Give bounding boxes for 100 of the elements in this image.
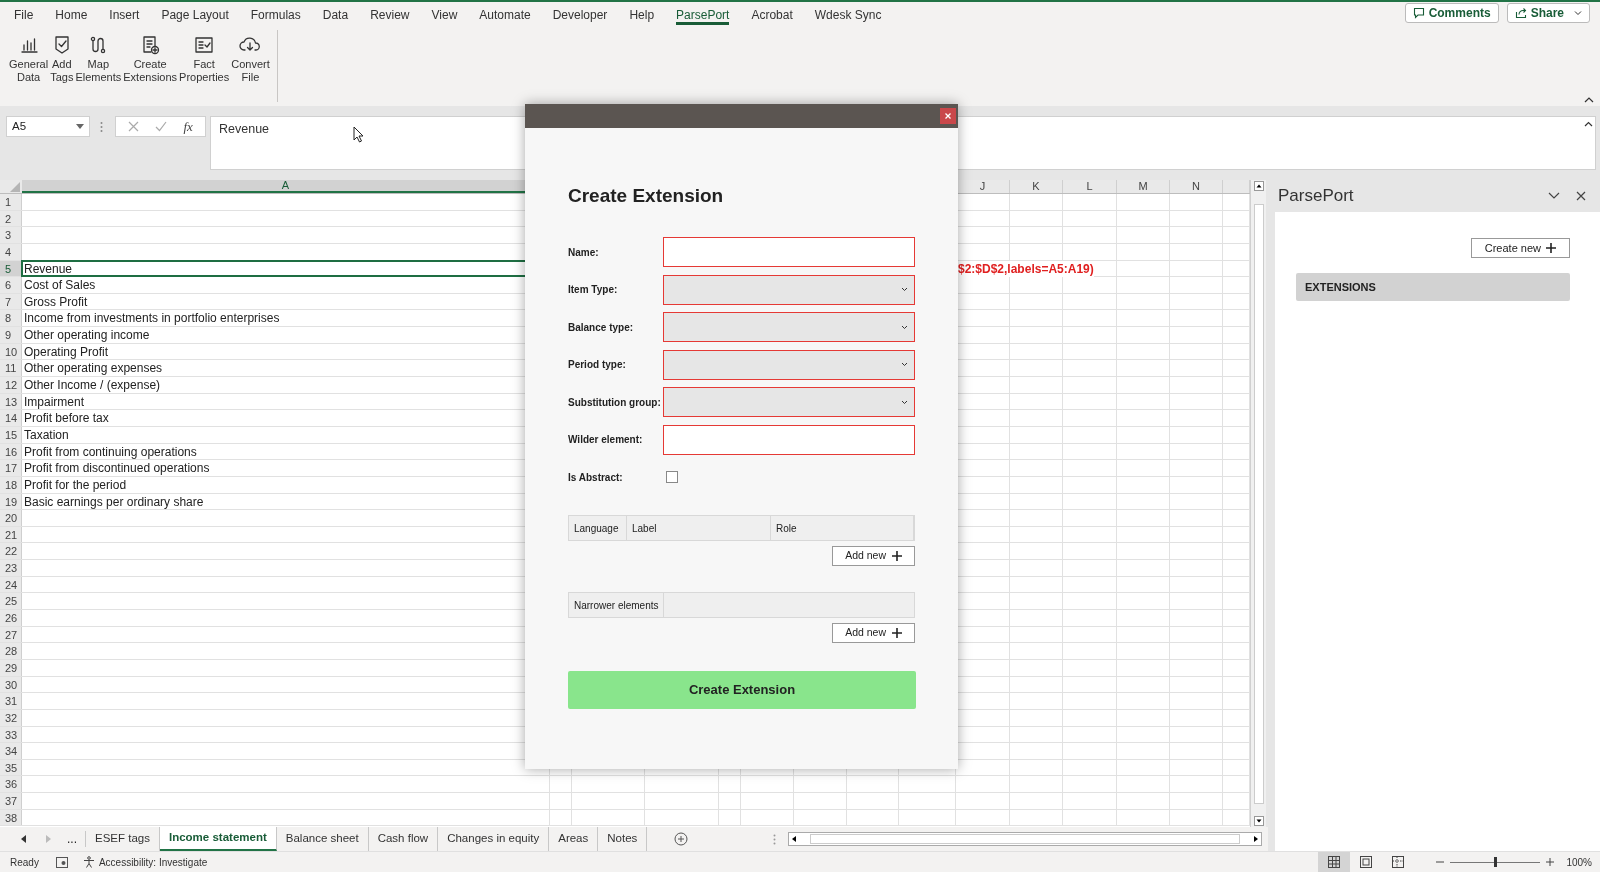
add-new-button[interactable]: Add new [832, 623, 915, 643]
dropdown[interactable] [663, 274, 915, 305]
cell-text: Profit before tax [24, 410, 109, 427]
more-icon[interactable] [773, 833, 777, 845]
ribbon-button[interactable]: Convert File [230, 32, 271, 84]
create-extension-button[interactable]: Create Extension [568, 671, 916, 709]
row-header[interactable]: 1 [0, 194, 22, 210]
column-header[interactable]: L [1063, 180, 1117, 193]
menu-tab[interactable]: Acrobat [751, 3, 793, 25]
menu-tab[interactable]: View [431, 3, 458, 25]
cell-text: Impairment [24, 393, 85, 410]
row-header[interactable]: 34 [0, 743, 22, 759]
close-button[interactable] [940, 108, 956, 124]
menu-tab[interactable]: Help [629, 3, 655, 25]
cell-text: Profit from continuing operations [24, 443, 197, 460]
ribbon-button[interactable]: Create Extensions [122, 32, 179, 84]
row-header[interactable]: 8 [0, 310, 22, 327]
slider-thumb[interactable] [1493, 857, 1497, 867]
share-button[interactable]: Share [1506, 3, 1590, 23]
row-header[interactable]: 31 [0, 693, 22, 709]
row-header[interactable]: 12 [0, 377, 22, 393]
row-header[interactable]: 36 [0, 776, 22, 793]
accessibility-button[interactable]: Accessibility: Investigate [82, 854, 208, 870]
column-header[interactable]: N [1170, 180, 1223, 193]
zoom-slider[interactable] [1450, 857, 1541, 867]
menu-tab[interactable]: Automate [479, 3, 531, 25]
scroll-up-icon[interactable] [1253, 181, 1264, 191]
field-label: Item Type: [568, 283, 619, 297]
close-icon [945, 113, 951, 119]
add-sheet-icon[interactable] [674, 832, 689, 846]
close-icon[interactable] [1576, 191, 1586, 201]
scroll-left-icon[interactable] [21, 835, 27, 843]
insert-function-button[interactable]: fx [183, 116, 193, 137]
add-new-button[interactable]: Add new [832, 546, 915, 566]
row-header[interactable]: 37 [0, 793, 22, 809]
scrollbar[interactable] [1250, 180, 1266, 827]
zoom-in-icon[interactable] [1546, 858, 1555, 866]
checkbox[interactable] [666, 471, 678, 483]
sheet-tab[interactable]: Income statement [160, 827, 277, 851]
collapse-icon[interactable] [1584, 121, 1593, 127]
section-header[interactable]: EXTENSIONS [1296, 273, 1570, 301]
zoom-percentage[interactable]: 100% [1566, 854, 1592, 870]
cancel-icon[interactable] [128, 121, 140, 132]
row-header[interactable]: 14 [0, 410, 22, 426]
menu-tab[interactable]: Formulas [250, 3, 301, 25]
macro-record-icon[interactable] [55, 856, 68, 868]
dropdown[interactable] [663, 349, 915, 380]
plus-icon [892, 628, 902, 638]
row-header[interactable]: 23 [0, 560, 22, 576]
menu-tab[interactable]: Review [370, 3, 410, 25]
caret-icon [901, 324, 908, 330]
cell-text: Cost of Sales [24, 277, 96, 294]
comment-icon [1412, 7, 1425, 19]
row-header[interactable]: 6 [0, 277, 22, 293]
menu-tab[interactable]: Wdesk Sync [814, 3, 882, 25]
horizontal-scrollbar[interactable] [788, 832, 1263, 846]
menu-tab[interactable]: Developer [552, 3, 608, 25]
zoom-out-icon[interactable] [1436, 858, 1445, 866]
row-header[interactable]: 3 [0, 227, 22, 243]
caret-icon [901, 362, 908, 367]
dropdown[interactable] [663, 387, 915, 417]
table-header: Narrower elements [569, 593, 664, 617]
create-new-button[interactable]: Create new [1470, 238, 1570, 258]
row-header[interactable]: 26 [0, 610, 22, 626]
text-field[interactable] [663, 424, 915, 455]
dropdown[interactable] [663, 312, 915, 342]
document-add-icon [140, 35, 161, 55]
menu-tab[interactable]: Insert [109, 3, 140, 25]
ribbon-button[interactable]: Fact Properties [178, 32, 231, 84]
ribbon-button[interactable]: Map Elements [74, 32, 123, 84]
row-header[interactable]: 28 [0, 643, 22, 659]
plus-icon [1546, 243, 1556, 253]
menu-tab[interactable]: Home [55, 3, 88, 25]
more-sheets-button[interactable]: ... [65, 830, 79, 848]
comments-button[interactable]: Comments [1404, 3, 1499, 23]
menu-tab[interactable]: Data [322, 3, 349, 25]
row-header[interactable]: 9 [0, 327, 22, 343]
dialog-title: Create Extension [568, 184, 725, 208]
menu-tab[interactable]: File [14, 3, 34, 25]
row-header[interactable]: 17 [0, 460, 22, 476]
name-box[interactable]: A5 [6, 116, 90, 137]
menu-tab[interactable]: Page Layout [161, 3, 229, 25]
ribbon-button[interactable]: General Data [8, 32, 50, 84]
page-icon [1360, 856, 1373, 868]
table-header: Label [627, 516, 771, 540]
ribbon-button[interactable]: Add Tags [49, 32, 75, 84]
caret-icon [76, 124, 84, 129]
row-header[interactable]: 11 [0, 360, 22, 377]
column-header[interactable]: K [1010, 180, 1063, 193]
collapse-ribbon-icon[interactable] [1584, 96, 1594, 103]
chevron-down-icon[interactable] [1548, 192, 1560, 200]
scroll-down-icon[interactable] [1253, 816, 1264, 826]
more-icon[interactable] [100, 121, 103, 133]
checkmark-icon[interactable] [155, 121, 168, 132]
normal-view-button[interactable] [1318, 852, 1351, 872]
column-header[interactable]: M [1117, 180, 1170, 193]
row-header[interactable]: 20 [0, 510, 22, 526]
row-header[interactable]: 22 [0, 543, 22, 560]
text-field[interactable] [663, 237, 915, 267]
row-header[interactable]: 25 [0, 593, 22, 609]
